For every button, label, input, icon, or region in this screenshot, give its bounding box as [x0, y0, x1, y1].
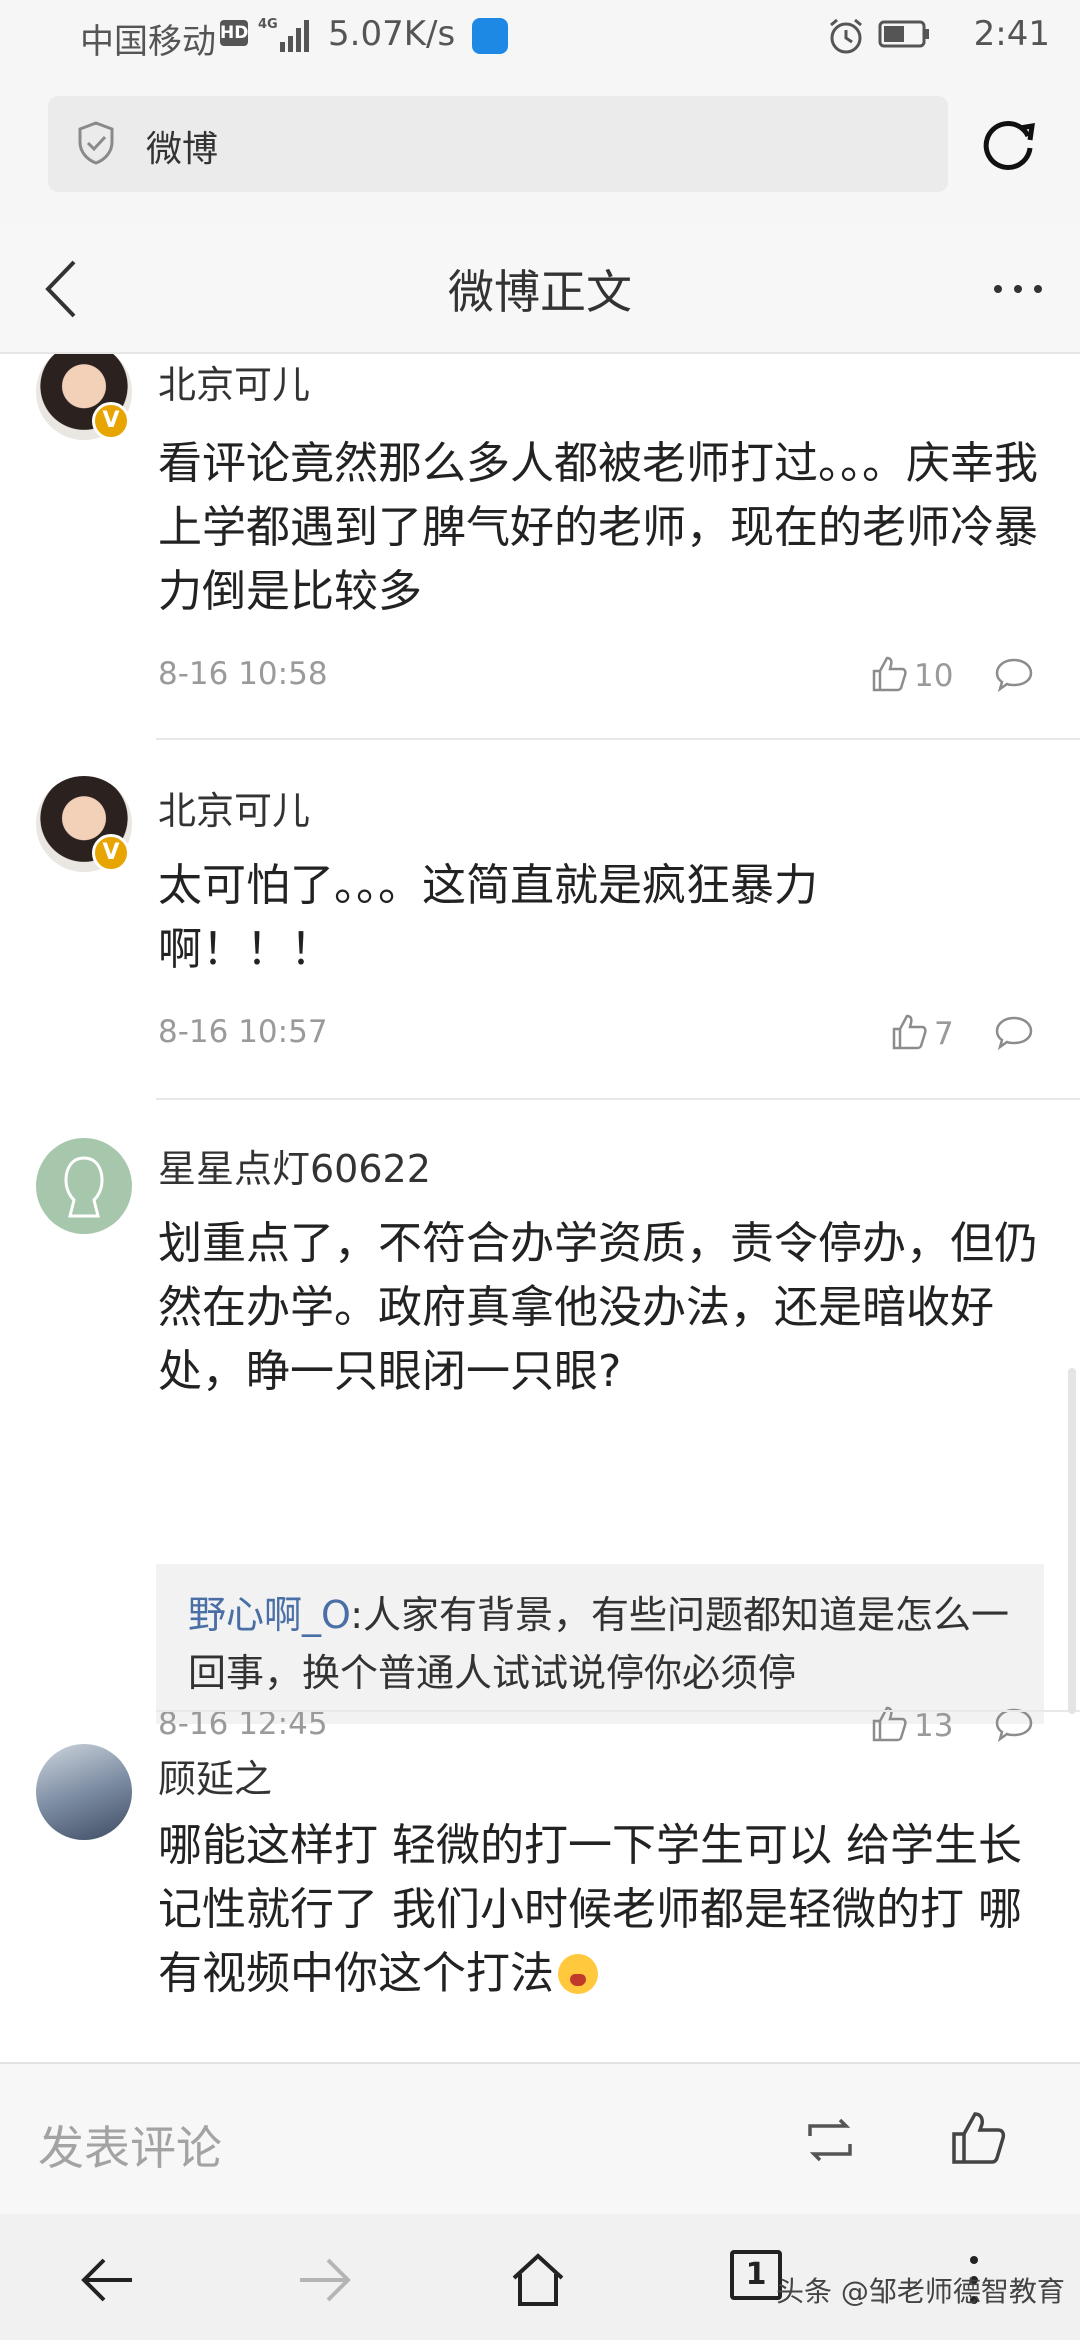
comment-input[interactable]: 发表评论 — [38, 2112, 222, 2178]
network-type-label: 4G — [258, 17, 278, 32]
shield-icon — [78, 121, 114, 165]
avatar[interactable] — [36, 1744, 132, 1840]
network-speed: 5.07K/s — [328, 14, 456, 54]
like-icon[interactable] — [888, 1012, 928, 1052]
hd-badge: HD — [220, 20, 248, 46]
comment-time: 8-16 10:57 — [158, 1014, 328, 1050]
avatar[interactable] — [36, 1138, 132, 1234]
weibo-post-page: 中国移动 HD 4G 5.07K/s 2:41 微博 微博正文 V 北京可儿 看… — [0, 0, 1080, 2340]
carrier-label: 中国移动 — [80, 22, 216, 62]
comment-text: 看评论竟然那么多人都被老师打过。。。庆幸我上学都遇到了脾气好的老师，现在的老师冷… — [158, 438, 1038, 617]
tab-count-button[interactable]: 1 — [730, 2250, 782, 2300]
weibo-header: 微博正文 — [0, 224, 1080, 354]
app-notification-icon — [472, 18, 508, 54]
address-text: 微博 — [146, 129, 219, 170]
comment-list[interactable]: V 北京可儿 看评论竟然那么多人都被老师打过。。。庆幸我上学都遇到了脾气好的老师… — [0, 354, 1080, 2062]
angry-emoji-icon — [558, 1954, 598, 1994]
comment-text: 太可怕了。。。这简直就是疯狂暴力啊！！！ — [158, 860, 818, 975]
like-count: 7 — [934, 1016, 954, 1052]
address-bar[interactable]: 微博 — [48, 96, 948, 192]
scrollbar[interactable] — [1068, 1368, 1076, 1714]
battery-icon — [878, 20, 929, 48]
browser-toolbar: 微博 — [0, 78, 1080, 224]
divider — [156, 1098, 1080, 1100]
comment-username[interactable]: 北京可儿 — [158, 354, 310, 409]
verified-badge-icon: V — [92, 402, 130, 440]
thumbs-up-icon[interactable] — [948, 2108, 1008, 2168]
comment-time: 8-16 10:58 — [158, 656, 328, 692]
comment-username[interactable]: 北京可儿 — [158, 780, 310, 835]
browser-back-icon[interactable] — [78, 2250, 138, 2310]
default-avatar-icon — [64, 1156, 104, 1218]
reply-icon[interactable] — [994, 1012, 1034, 1052]
reply-icon[interactable] — [994, 654, 1034, 694]
reply-username[interactable]: 野心啊_O — [188, 1593, 350, 1637]
comment-composer: 发表评论 — [0, 2062, 1080, 2214]
like-icon[interactable] — [868, 654, 908, 694]
divider — [156, 738, 1080, 740]
like-count: 13 — [914, 1708, 954, 1744]
like-count: 10 — [914, 658, 954, 694]
comment-text: 划重点了，不符合办学资质，责令停办，但仍然在办学。政府真拿他没办法，还是暗收好处… — [158, 1218, 1038, 1397]
divider — [156, 1710, 1080, 1712]
comment-username[interactable]: 顾延之 — [158, 1748, 272, 1803]
signal-icon: 4G — [258, 17, 309, 52]
comment-text: 哪能这样打 轻微的打一下学生可以 给学生长记性就行了 我们小时候老师都是轻微的打… — [158, 1814, 1038, 2006]
status-bar: 中国移动 HD 4G 5.07K/s 2:41 — [0, 0, 1080, 78]
comment-username[interactable]: 星星点灯60622 — [158, 1138, 431, 1193]
browser-forward-icon[interactable] — [294, 2250, 354, 2310]
reply-preview[interactable]: 野心啊_O:人家有背景，有些问题都知道是怎么一回事，换个普通人试试说停你必须停 — [156, 1564, 1044, 1724]
alarm-icon — [830, 18, 862, 54]
more-options-icon[interactable] — [990, 279, 1046, 299]
home-icon[interactable] — [508, 2250, 568, 2310]
reload-icon[interactable] — [976, 114, 1040, 178]
clock: 2:41 — [973, 14, 1050, 54]
page-title: 微博正文 — [448, 265, 632, 319]
watermark: 头条 @邹老师德智教育 — [776, 2275, 1065, 2308]
verified-badge-icon: V — [92, 834, 130, 872]
repost-icon[interactable] — [800, 2112, 860, 2168]
